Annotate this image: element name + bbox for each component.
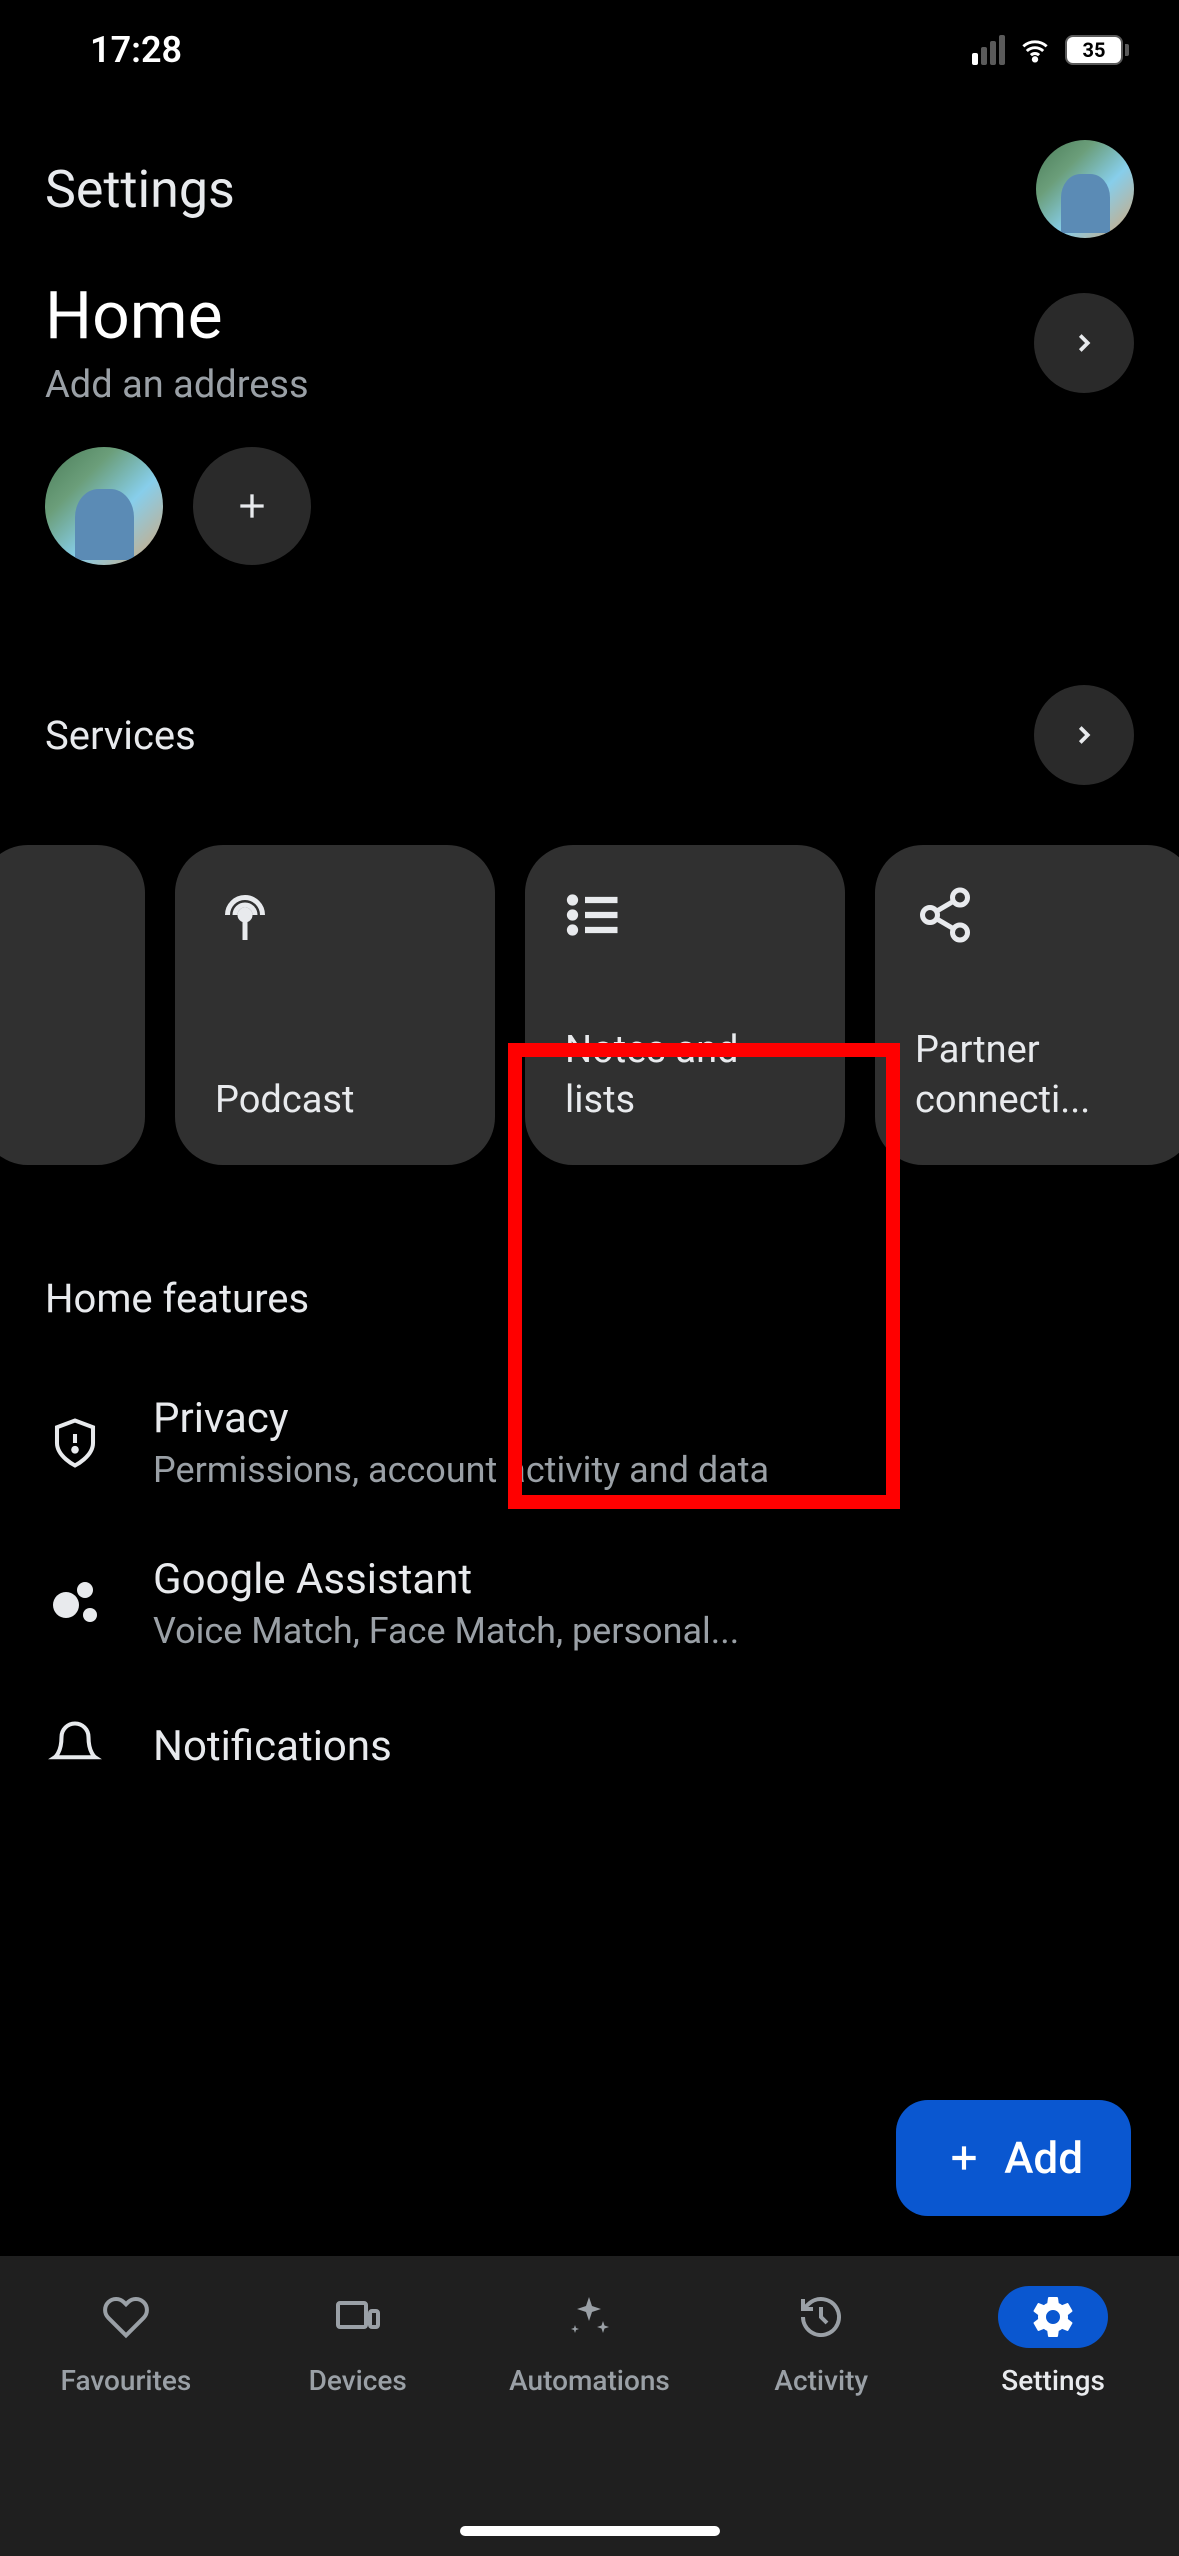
nav-label: Devices bbox=[309, 2364, 407, 2397]
shield-icon bbox=[48, 1416, 102, 1470]
devices-icon bbox=[334, 2293, 382, 2341]
nav-label: Settings bbox=[1001, 2364, 1105, 2397]
services-header: Services bbox=[0, 595, 1179, 815]
nav-automations[interactable]: Automations bbox=[489, 2286, 689, 2397]
feature-item-privacy[interactable]: Privacy Permissions, account activity an… bbox=[45, 1362, 1134, 1523]
status-time: 17:28 bbox=[90, 29, 182, 71]
list-icon bbox=[565, 885, 625, 945]
home-subtitle[interactable]: Add an address bbox=[45, 363, 309, 407]
home-indicator[interactable] bbox=[460, 2526, 720, 2536]
member-avatar[interactable] bbox=[45, 447, 163, 565]
nav-favourites[interactable]: Favourites bbox=[26, 2286, 226, 2397]
fab-label: Add bbox=[1004, 2132, 1083, 2184]
gear-icon bbox=[1029, 2293, 1077, 2341]
home-title: Home bbox=[45, 278, 309, 355]
nav-label: Automations bbox=[509, 2364, 670, 2397]
service-card-podcast[interactable]: Podcast bbox=[175, 845, 495, 1165]
nav-label: Favourites bbox=[61, 2364, 192, 2397]
wifi-icon bbox=[1017, 36, 1053, 64]
nav-label: Activity bbox=[774, 2364, 868, 2397]
feature-item-assistant[interactable]: Google Assistant Voice Match, Face Match… bbox=[45, 1523, 1134, 1684]
feature-item-notifications[interactable]: Notifications bbox=[45, 1684, 1134, 1808]
battery-level: 35 bbox=[1083, 38, 1106, 62]
feature-title: Privacy bbox=[153, 1394, 1134, 1443]
podcast-icon bbox=[215, 885, 275, 945]
sparkle-icon bbox=[565, 2293, 613, 2341]
service-card[interactable] bbox=[0, 845, 145, 1165]
nav-settings[interactable]: Settings bbox=[953, 2286, 1153, 2397]
services-title: Services bbox=[45, 712, 196, 759]
heart-icon bbox=[102, 2293, 150, 2341]
nav-activity[interactable]: Activity bbox=[721, 2286, 921, 2397]
cellular-signal-icon bbox=[972, 35, 1005, 65]
chevron-right-icon bbox=[1069, 328, 1099, 358]
bottom-navigation: Favourites Devices Automations bbox=[0, 2256, 1179, 2556]
bell-icon bbox=[48, 1719, 102, 1773]
home-features-section: Home features Privacy Permissions, accou… bbox=[0, 1195, 1179, 1828]
add-member-button[interactable] bbox=[193, 447, 311, 565]
assistant-icon bbox=[45, 1574, 105, 1634]
history-icon bbox=[797, 2293, 845, 2341]
header: Settings bbox=[0, 100, 1179, 258]
nav-devices[interactable]: Devices bbox=[258, 2286, 458, 2397]
service-label: Podcast bbox=[215, 1076, 455, 1125]
page-title: Settings bbox=[45, 159, 235, 220]
status-indicators: 35 bbox=[972, 35, 1129, 65]
services-carousel[interactable]: Podcast Notes and lists Partner connecti… bbox=[0, 815, 1179, 1195]
status-bar: 17:28 35 bbox=[0, 0, 1179, 100]
feature-subtitle: Permissions, account activity and data bbox=[153, 1449, 873, 1491]
service-card-notes[interactable]: Notes and lists bbox=[525, 845, 845, 1165]
service-label: Partner connecti... bbox=[915, 1026, 1155, 1125]
plus-icon bbox=[944, 2138, 984, 2178]
service-label: Notes and lists bbox=[565, 1026, 805, 1125]
home-section: Home Add an address bbox=[0, 258, 1179, 595]
features-title: Home features bbox=[45, 1275, 1134, 1322]
plus-icon bbox=[232, 486, 272, 526]
feature-title: Google Assistant bbox=[153, 1555, 1134, 1604]
feature-title: Notifications bbox=[153, 1722, 1134, 1771]
battery-icon: 35 bbox=[1065, 35, 1129, 65]
profile-avatar[interactable] bbox=[1036, 140, 1134, 238]
feature-subtitle: Voice Match, Face Match, personal... bbox=[153, 1610, 873, 1652]
home-details-button[interactable] bbox=[1034, 293, 1134, 393]
services-more-button[interactable] bbox=[1034, 685, 1134, 785]
home-members bbox=[45, 447, 1134, 565]
share-icon bbox=[915, 885, 975, 945]
chevron-right-icon bbox=[1069, 720, 1099, 750]
add-fab-button[interactable]: Add bbox=[896, 2100, 1131, 2216]
service-card-partner[interactable]: Partner connecti... bbox=[875, 845, 1179, 1165]
